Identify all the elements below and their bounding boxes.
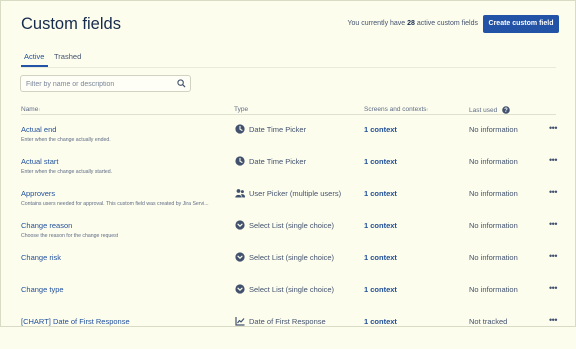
field-description: Choose the reason for the change request	[21, 233, 119, 239]
context-link[interactable]: 1 context	[364, 221, 397, 230]
column-header-name-label: Name	[21, 106, 39, 113]
table-row: Change type Select List (single choice) …	[0, 282, 576, 317]
field-type: Select List (single choice)	[249, 221, 335, 230]
table-row: Actual end Enter when the change actuall…	[0, 122, 576, 157]
chart-line-icon	[235, 317, 245, 326]
help-icon[interactable]: ?	[502, 106, 510, 114]
chevron-down-circle-icon	[235, 220, 245, 230]
field-name-link[interactable]: Approvers	[21, 189, 55, 198]
chevron-down-circle-icon	[235, 252, 245, 262]
last-used-value: No information	[469, 189, 518, 198]
context-link[interactable]: 1 context	[364, 317, 397, 326]
sort-arrow-icon: ↑	[426, 107, 429, 112]
field-description: Enter when the change actually ended.	[21, 137, 111, 143]
tab-active[interactable]: Active	[24, 52, 44, 61]
count-suffix: active custom fields	[416, 20, 478, 27]
column-header-last-used: Last used ?	[469, 106, 510, 114]
table-header-divider	[21, 114, 556, 115]
table-row: Actual start Enter when the change actua…	[0, 154, 576, 189]
more-actions-icon[interactable]: •••	[546, 122, 560, 134]
table-row: [CHART] Date of First Response Date of F…	[0, 314, 576, 349]
column-header-name[interactable]: Name↑	[21, 106, 41, 113]
last-used-value: No information	[469, 157, 518, 166]
column-header-last-used-label: Last used	[469, 107, 498, 114]
search-box[interactable]	[20, 75, 191, 92]
search-icon[interactable]	[177, 79, 186, 88]
field-description: Contains users needed for approval. This…	[21, 201, 209, 207]
column-header-screens-label: Screens and contexts	[364, 106, 427, 113]
column-header-type: Type	[234, 106, 249, 113]
field-description: Enter when the change actually started.	[21, 169, 113, 175]
more-actions-icon[interactable]: •••	[546, 218, 560, 230]
table-row: Change risk Select List (single choice) …	[0, 250, 576, 285]
sort-arrow-icon: ↑	[38, 107, 41, 112]
field-type: Select List (single choice)	[249, 285, 335, 294]
search-input[interactable]	[26, 79, 176, 89]
field-type: Date of First Response	[249, 317, 326, 326]
last-used-value: No information	[469, 221, 518, 230]
page-title: Custom fields	[21, 15, 121, 33]
context-link[interactable]: 1 context	[364, 253, 397, 262]
column-header-screens[interactable]: Screens and contexts↑	[364, 106, 429, 113]
clock-icon	[235, 124, 245, 134]
field-name-link[interactable]: Change type	[21, 285, 64, 294]
field-name-link[interactable]: Change risk	[21, 253, 61, 262]
custom-field-count: You currently have 28 active custom fiel…	[347, 20, 478, 27]
more-actions-icon[interactable]: •••	[546, 314, 560, 326]
field-name-link[interactable]: Actual end	[21, 125, 56, 134]
more-actions-icon[interactable]: •••	[546, 250, 560, 262]
count-value: 28	[407, 20, 415, 27]
users-icon	[235, 189, 245, 198]
last-used-value: No information	[469, 285, 518, 294]
context-link[interactable]: 1 context	[364, 285, 397, 294]
field-type: Date Time Picker	[249, 157, 307, 166]
field-type: Select List (single choice)	[249, 253, 335, 262]
chevron-down-circle-icon	[235, 284, 245, 294]
more-actions-icon[interactable]: •••	[546, 282, 560, 294]
field-type: User Picker (multiple users)	[249, 189, 342, 198]
context-link[interactable]: 1 context	[364, 125, 397, 134]
tab-trashed[interactable]: Trashed	[54, 52, 81, 61]
table-row: Approvers Contains users needed for appr…	[0, 186, 576, 221]
last-used-value: No information	[469, 125, 518, 134]
last-used-value: Not tracked	[469, 317, 508, 326]
field-name-link[interactable]: [CHART] Date of First Response	[21, 317, 130, 326]
table-row: Change reason Choose the reason for the …	[0, 218, 576, 253]
context-link[interactable]: 1 context	[364, 157, 397, 166]
context-link[interactable]: 1 context	[364, 189, 397, 198]
clock-icon	[235, 156, 245, 166]
create-custom-field-button[interactable]: Create custom field	[483, 15, 559, 33]
more-actions-icon[interactable]: •••	[546, 186, 560, 198]
field-name-link[interactable]: Change reason	[21, 221, 72, 230]
field-name-link[interactable]: Actual start	[21, 157, 59, 166]
last-used-value: No information	[469, 253, 518, 262]
more-actions-icon[interactable]: •••	[546, 154, 560, 166]
tabs-divider	[21, 67, 556, 68]
count-prefix: You currently have	[347, 20, 406, 27]
field-type: Date Time Picker	[249, 125, 307, 134]
